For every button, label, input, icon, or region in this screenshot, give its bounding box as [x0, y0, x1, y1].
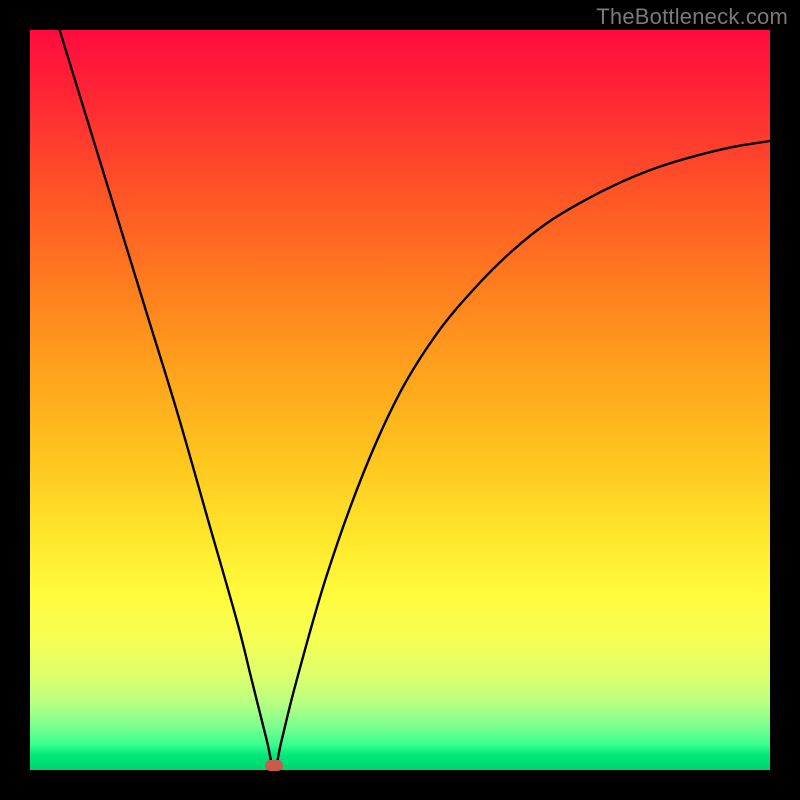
plot-area: [30, 30, 770, 770]
optimum-marker: [265, 760, 283, 771]
watermark-text: TheBottleneck.com: [596, 4, 788, 30]
bottleneck-curve: [30, 30, 770, 770]
chart-frame: TheBottleneck.com: [0, 0, 800, 800]
